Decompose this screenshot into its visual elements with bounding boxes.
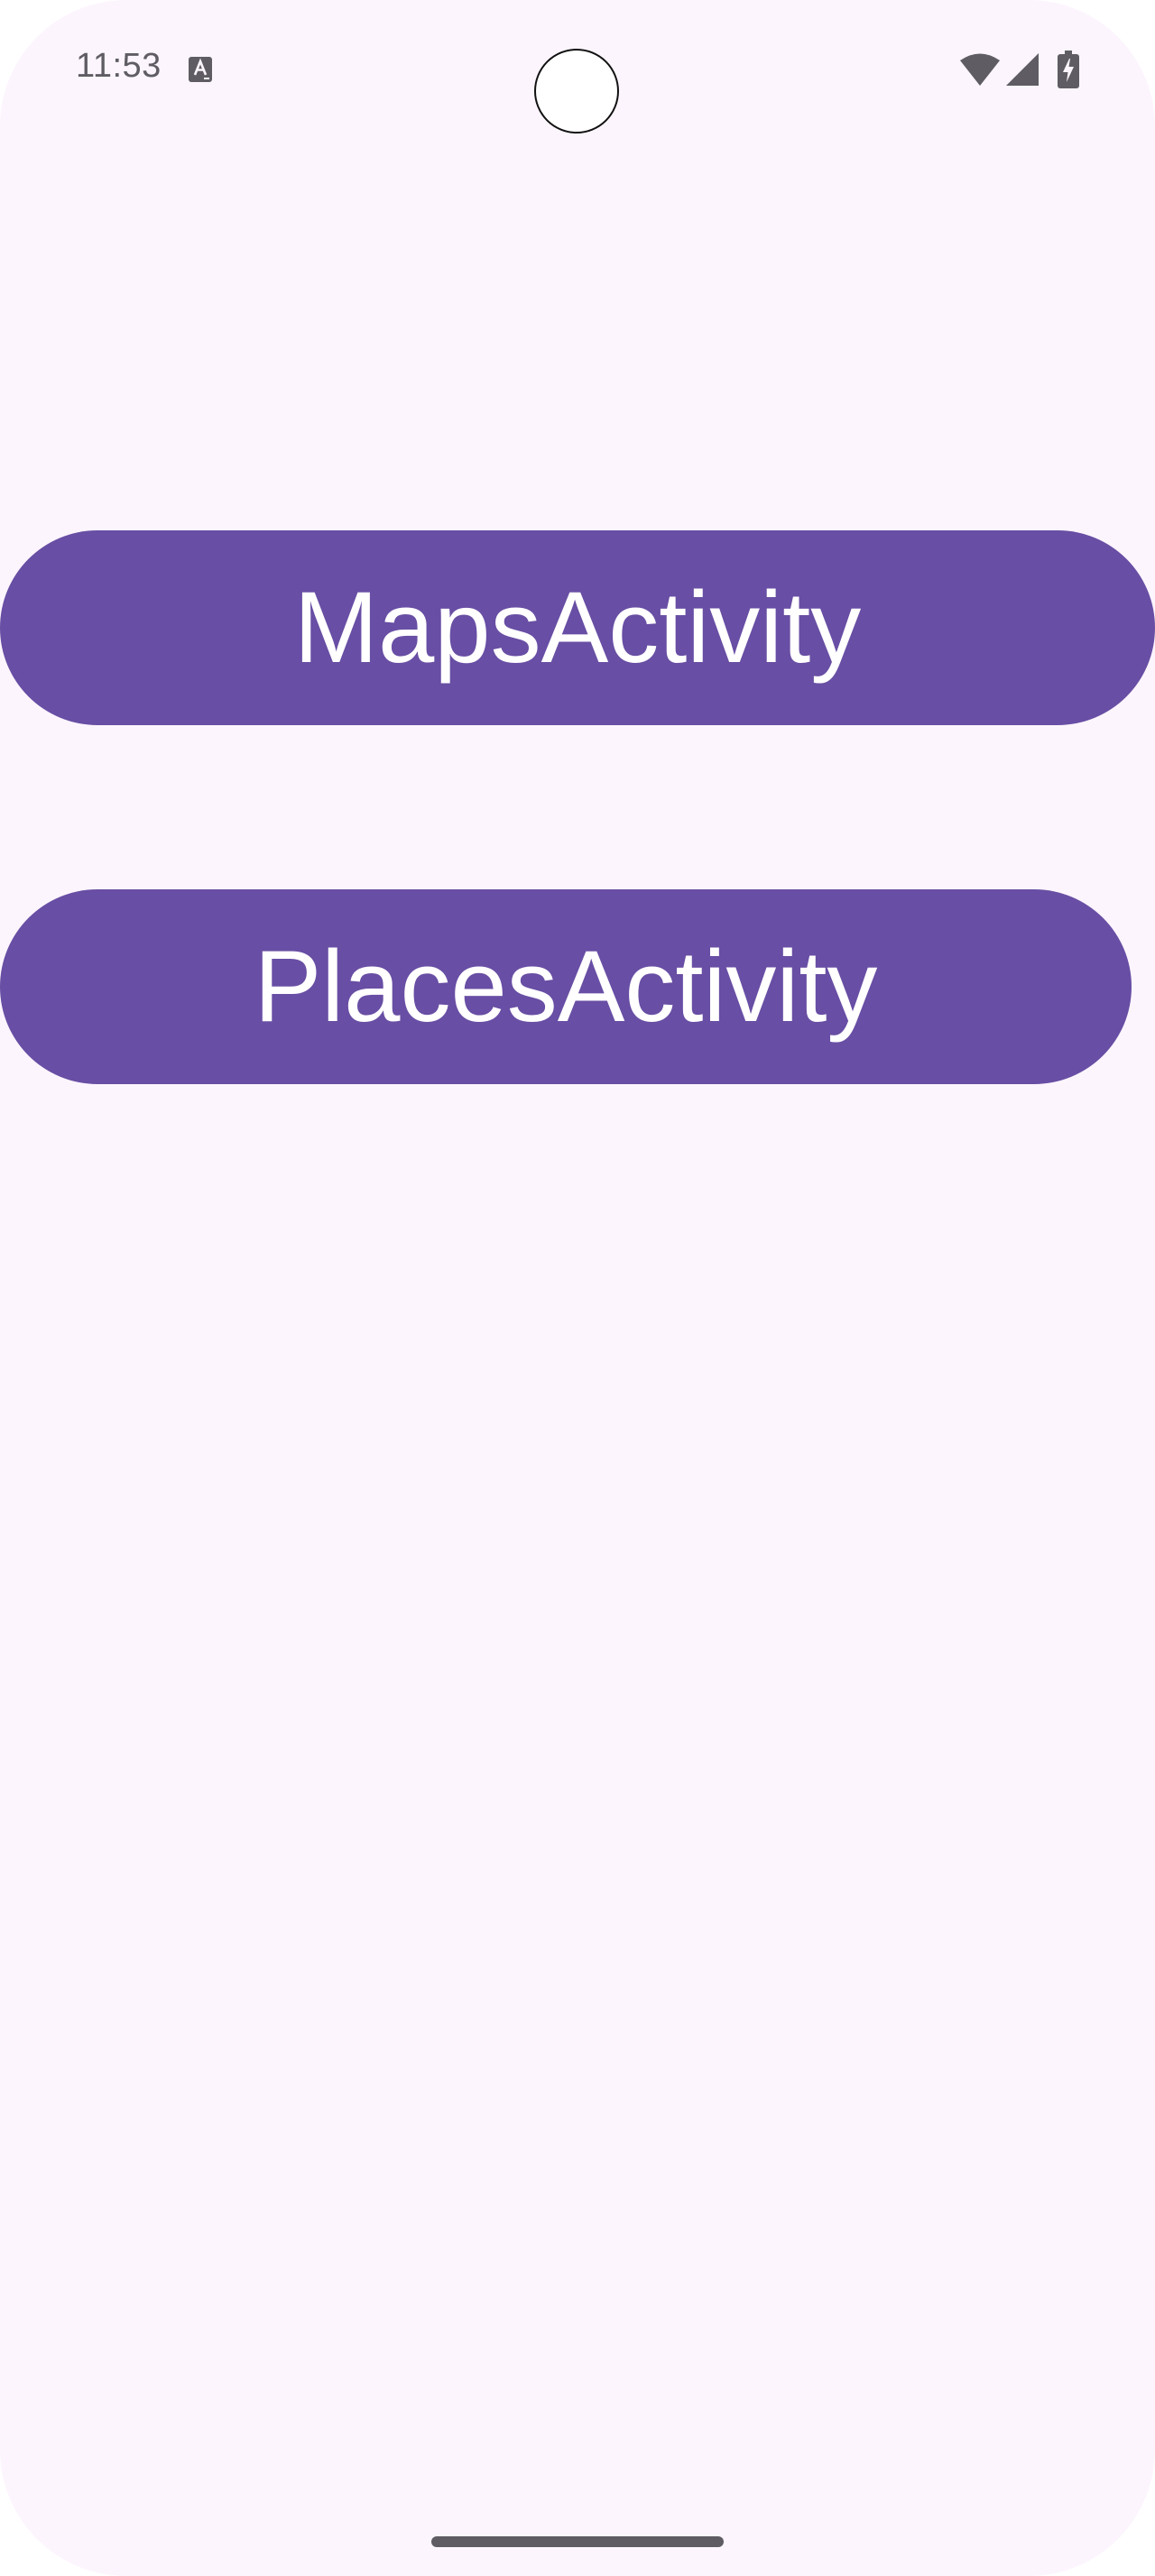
home-indicator[interactable] — [431, 2536, 724, 2547]
places-activity-button[interactable]: PlacesActivity — [0, 889, 1132, 1084]
app-screen: 11:53 MapsActivity PlacesActivity — [0, 0, 1155, 2576]
status-time: 11:53 — [76, 47, 162, 85]
keyboard-a-icon — [189, 57, 212, 82]
battery-charging-icon — [1058, 51, 1079, 88]
wifi-icon — [960, 53, 1000, 86]
status-bar: 11:53 — [0, 0, 1155, 144]
maps-activity-button[interactable]: MapsActivity — [0, 530, 1155, 725]
camera-cutout — [534, 49, 619, 133]
cellular-signal-icon — [1006, 53, 1039, 86]
